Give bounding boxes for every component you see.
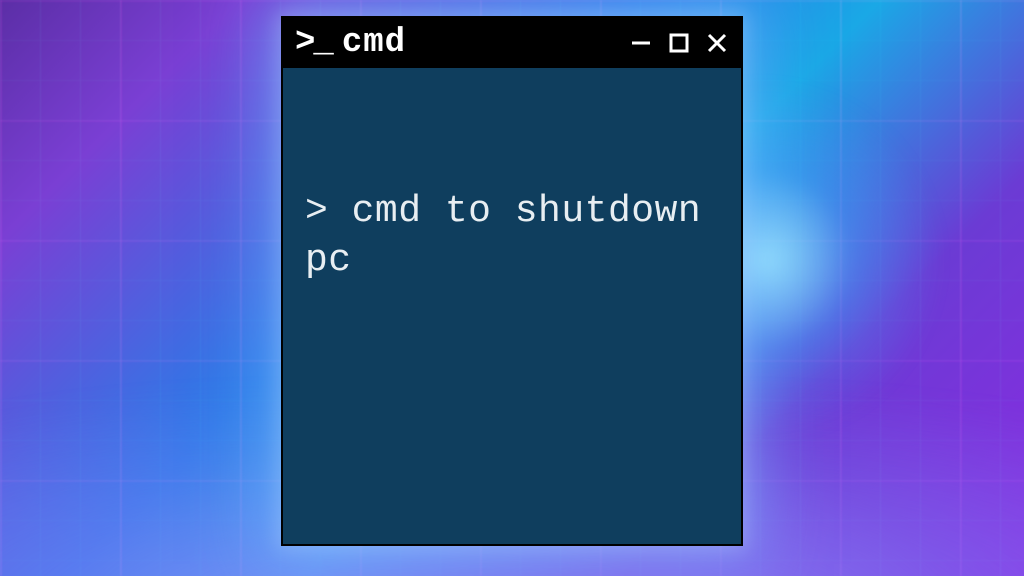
titlebar[interactable]: >_ cmd — [283, 18, 741, 68]
close-button[interactable] — [703, 29, 731, 57]
close-icon — [706, 32, 728, 54]
maximize-button[interactable] — [665, 29, 693, 57]
minimize-icon — [630, 32, 652, 54]
prompt-char: > — [305, 190, 328, 233]
terminal-window: >_ cmd > cmd to shutdown pc — [281, 16, 743, 546]
terminal-body[interactable]: > cmd to shutdown pc — [283, 68, 741, 544]
terminal-icon: >_ — [295, 26, 332, 60]
terminal-command-text: cmd to shutdown pc — [305, 190, 725, 282]
terminal-line: > cmd to shutdown pc — [305, 187, 719, 286]
maximize-icon — [669, 33, 689, 53]
minimize-button[interactable] — [627, 29, 655, 57]
window-controls — [627, 29, 731, 57]
window-title: cmd — [342, 24, 617, 62]
